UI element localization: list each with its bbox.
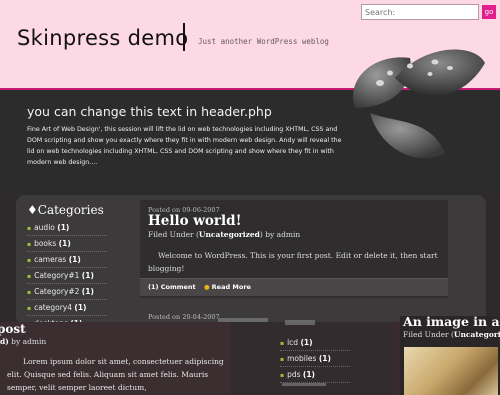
bullet-icon: ▪ <box>280 356 285 363</box>
search-button[interactable]: go <box>482 5 496 19</box>
read-more-link[interactable]: ● Read More <box>204 279 251 296</box>
search-form: go <box>361 4 496 20</box>
bullet-icon: ▪ <box>27 305 32 312</box>
glitch-categories: ▪ lcd (1) ▪ mobiles (1) ▪ pds (1) <box>280 335 370 383</box>
category-item-mobiles[interactable]: ▪ mobiles (1) <box>280 351 350 367</box>
post-photo <box>404 347 498 395</box>
category-item-category2[interactable]: ▪ Category#2 (1) <box>27 284 107 300</box>
post-footer: (1) Comment ● Read More <box>140 278 448 296</box>
categories-sidebar: ♦Categories ▪ audio (1) ▪ books (1) ▪ camer… <box>27 203 137 332</box>
post-body: Welcome to WordPress. This is your first… <box>148 251 438 273</box>
bullet-icon: ▪ <box>27 225 32 232</box>
category-item-audio[interactable]: ▪ audio (1) <box>27 220 107 236</box>
category-item-cameras[interactable]: ▪ cameras (1) <box>27 252 107 268</box>
leaf-logo-icon <box>353 49 485 159</box>
comments-link[interactable]: (1) Comment <box>148 279 196 296</box>
glitch-post-title: post <box>0 322 26 336</box>
glitch-post-meta: d) by admin <box>0 337 47 346</box>
bullet-icon: ▪ <box>27 241 32 248</box>
post-meta: Filed Under (Uncategorized) by admin <box>148 230 301 239</box>
site-title[interactable]: Skinpress demo <box>17 26 188 50</box>
search-input[interactable] <box>361 4 479 20</box>
render-artifact <box>218 318 268 322</box>
image-post-meta: Filed Under (Uncategoriz <box>403 330 500 339</box>
category-item-books[interactable]: ▪ books (1) <box>27 236 107 252</box>
image-post-title[interactable]: An image in a <box>403 314 500 329</box>
bullet-icon: ▪ <box>27 273 32 280</box>
bullet-icon: ▪ <box>27 289 32 296</box>
site-tagline: Just another WordPress weblog <box>198 37 329 46</box>
category-item-category1[interactable]: ▪ Category#1 (1) <box>27 268 107 284</box>
dot-icon: ● <box>204 283 210 291</box>
category-item-category4[interactable]: ▪ category4 (1) <box>27 300 107 316</box>
category-item-lcd[interactable]: ▪ lcd (1) <box>280 335 350 351</box>
categories-heading: ♦Categories <box>27 203 104 217</box>
header-description: Fine Art of Web Design', this session wi… <box>27 126 342 166</box>
render-artifact <box>282 383 326 386</box>
title-separator <box>183 23 185 51</box>
post-title[interactable]: Hello world! <box>148 213 242 229</box>
post-category-link[interactable]: Uncategorized <box>199 230 260 239</box>
category-item-pds[interactable]: ▪ pds (1) <box>280 367 350 383</box>
header-heading: you can change this text in header.php <box>27 104 272 119</box>
post2-date: Posted on 20-04-2007 <box>148 313 220 321</box>
bullet-icon: ▪ <box>27 257 32 264</box>
glitch-post-body: Lorem ipsum dolor sit amet, consectetuer… <box>7 357 224 392</box>
bullet-icon: ▪ <box>280 372 285 379</box>
diamond-icon: ♦ <box>27 203 38 217</box>
bullet-icon: ▪ <box>280 340 285 347</box>
render-artifact <box>285 320 315 325</box>
